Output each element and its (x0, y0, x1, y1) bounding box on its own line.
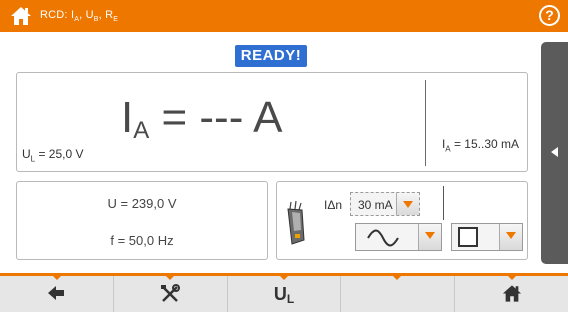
frequency-reading: f = 50,0 Hz (110, 233, 174, 248)
current-value: 30 mA (358, 198, 393, 212)
idn-label: IΔn (324, 198, 343, 212)
notch (392, 275, 402, 280)
page-title: RCD: IA, UB, RE (40, 9, 119, 24)
tools-button[interactable] (113, 275, 226, 312)
divider (425, 80, 426, 166)
square-type-icon (458, 227, 478, 247)
bottom-toolbar: UL (0, 273, 568, 312)
ul-button[interactable]: UL (227, 275, 340, 312)
main-reading: IA = --- A (121, 93, 283, 144)
tools-icon (161, 284, 180, 302)
current-select[interactable]: 30 mA (350, 192, 420, 216)
waveform-select[interactable] (355, 223, 442, 251)
settings-panel: IΔn 30 mA (276, 181, 528, 260)
header-bar: RCD: IA, UB, RE ? (0, 0, 568, 32)
side-panel-tab[interactable] (541, 42, 568, 264)
home-button[interactable] (454, 275, 568, 312)
ul-button-label: UL (273, 284, 295, 306)
empty-button[interactable] (340, 275, 453, 312)
range-value: IA = 15..30 mA (441, 136, 519, 153)
sine-wave-icon (367, 229, 399, 247)
measurement-panel: IA = --- A UL = 25,0 V IA = 15..30 mA (16, 72, 528, 172)
chevron-down-icon[interactable] (418, 224, 441, 250)
chevron-down-icon[interactable] (396, 193, 419, 215)
type-select[interactable] (451, 223, 523, 251)
notch (279, 275, 289, 280)
notch (51, 275, 62, 280)
home-icon (502, 285, 522, 302)
status-badge: READY! (235, 45, 307, 67)
help-icon[interactable]: ? (539, 5, 560, 26)
notch (506, 275, 517, 280)
chevron-down-icon[interactable] (499, 224, 522, 250)
chevron-left-icon (551, 147, 558, 157)
home-icon[interactable] (10, 6, 32, 26)
back-button[interactable] (0, 275, 113, 312)
probe-icon (287, 200, 305, 245)
ul-value: UL = 25,0 V (22, 146, 84, 163)
notch (165, 275, 175, 280)
divider (443, 186, 444, 220)
back-arrow-icon (48, 286, 64, 300)
voltage-panel: U = 239,0 V f = 50,0 Hz (16, 181, 268, 260)
voltage-reading: U = 239,0 V (107, 196, 177, 211)
